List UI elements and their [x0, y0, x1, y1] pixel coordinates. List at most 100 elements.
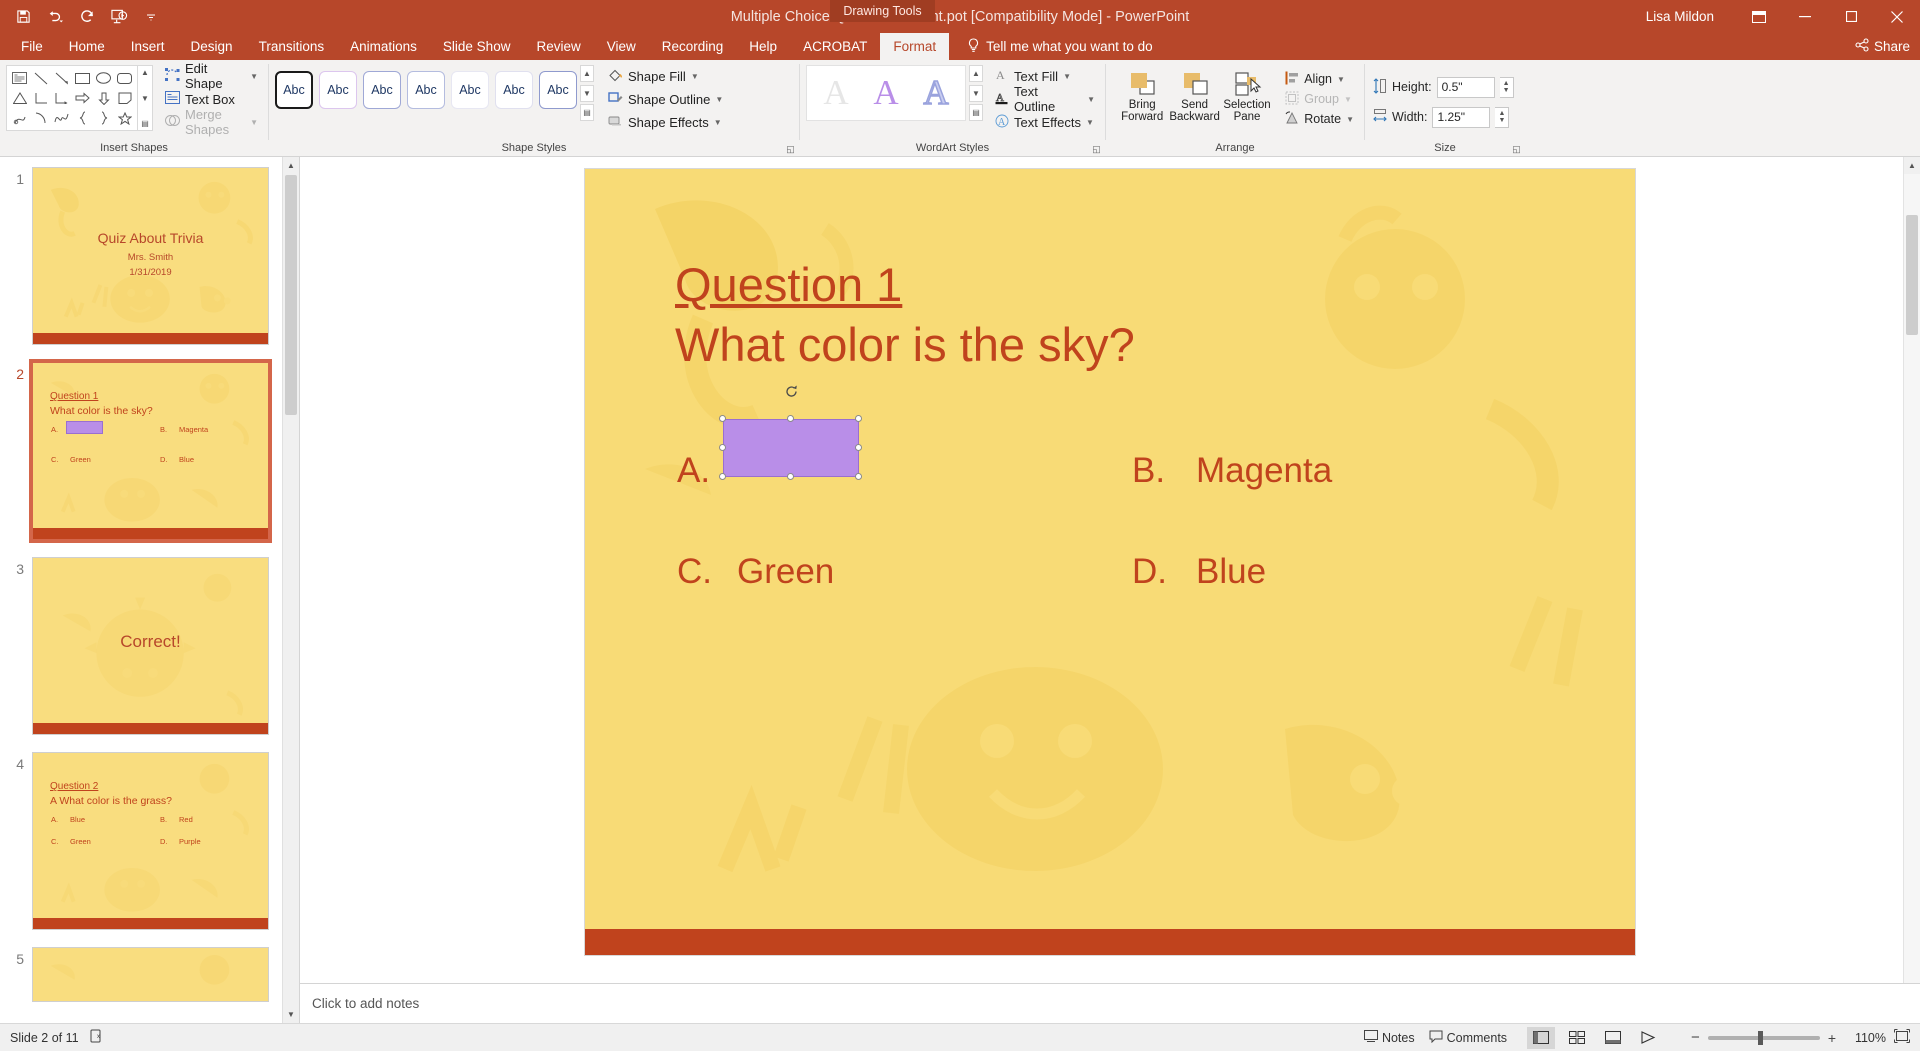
tab-animations[interactable]: Animations	[337, 33, 430, 60]
stepper-down-icon[interactable]: ▼	[1498, 117, 1505, 124]
shape-curve-icon[interactable]	[51, 108, 72, 128]
align-button[interactable]: Align ▼	[1281, 69, 1358, 89]
shape-style-4[interactable]: Abc	[407, 71, 445, 109]
slide-sorter-view-button[interactable]	[1563, 1027, 1591, 1049]
chevron-down-icon[interactable]: ▼	[715, 95, 723, 104]
selection-pane-button[interactable]: Selection Pane	[1221, 65, 1273, 123]
shape-line-icon[interactable]	[30, 68, 51, 88]
resize-handle-top-left[interactable]	[719, 415, 726, 422]
slide-show-view-button[interactable]	[1635, 1027, 1663, 1049]
scroll-up-icon[interactable]: ▲	[1904, 157, 1920, 174]
notes-pane[interactable]: Click to add notes	[300, 983, 1920, 1023]
thumbnail-item-2[interactable]: 2 Question 1 What color is the sky? A. B…	[0, 359, 299, 543]
chevron-down-icon[interactable]: ▼	[1063, 72, 1071, 81]
scrollbar-thumb[interactable]	[285, 175, 297, 415]
resize-handle-middle-left[interactable]	[719, 444, 726, 451]
width-stepper[interactable]: ▲ ▼	[1495, 106, 1510, 128]
shape-styles-more-icon[interactable]: ▤	[580, 104, 594, 121]
slide-option-letter-c[interactable]: C.	[677, 552, 712, 592]
scroll-down-icon[interactable]: ▼	[141, 94, 149, 103]
scroll-down-icon[interactable]: ▼	[969, 84, 983, 102]
shape-style-7[interactable]: Abc	[539, 71, 577, 109]
shape-down-arrow-icon[interactable]	[93, 88, 114, 108]
shape-text-box-icon[interactable]	[9, 68, 30, 88]
tab-review[interactable]: Review	[523, 33, 593, 60]
start-presentation-icon[interactable]	[104, 4, 134, 30]
reading-view-button[interactable]	[1599, 1027, 1627, 1049]
width-input[interactable]: 1.25"	[1432, 106, 1491, 128]
thumbnail-slide[interactable]: Correct!	[32, 557, 269, 735]
wordart-styles-dialog-launcher[interactable]: ◱	[1091, 144, 1102, 155]
send-backward-button[interactable]: Send Backward	[1168, 65, 1220, 123]
shape-arrow-icon[interactable]	[51, 68, 72, 88]
selected-shape[interactable]	[723, 419, 859, 477]
thumbnail-item-4[interactable]: 4 Question 2 A What color is the grass? …	[0, 752, 299, 930]
thumbnail-item-1[interactable]: 1 Quiz About Trivia Mrs. Smith 1/31/2019	[0, 167, 299, 345]
zoom-in-icon[interactable]: +	[1828, 1030, 1836, 1046]
wordart-style-3[interactable]: A	[913, 70, 959, 116]
shape-fill-button[interactable]: Shape Fill ▼	[604, 65, 727, 87]
current-slide[interactable]: Question 1 What color is the sky? A. B. …	[585, 169, 1635, 955]
normal-view-button[interactable]	[1527, 1026, 1556, 1049]
notes-button[interactable]: Notes	[1363, 1029, 1415, 1046]
size-dialog-launcher[interactable]: ◱	[1511, 144, 1522, 155]
chevron-down-icon[interactable]: ▼	[1337, 75, 1345, 84]
shape-style-5[interactable]: Abc	[451, 71, 489, 109]
ribbon-display-options-icon[interactable]	[1736, 0, 1782, 33]
tab-file[interactable]: File	[8, 33, 56, 60]
shape-effects-button[interactable]: Shape Effects ▼	[604, 111, 727, 133]
slide-option-letter-b[interactable]: B.	[1132, 451, 1165, 491]
shape-outline-button[interactable]: Shape Outline ▼	[604, 88, 727, 110]
tab-transitions[interactable]: Transitions	[246, 33, 338, 60]
shape-oval-icon[interactable]	[93, 68, 114, 88]
slide-area-scrollbar[interactable]: ▲	[1903, 157, 1920, 1023]
slide-question[interactable]: What color is the sky?	[675, 317, 1135, 372]
shape-styles-scrollbar[interactable]: ▲ ▼ ▤	[580, 65, 594, 121]
resize-handle-top-right[interactable]	[855, 415, 862, 422]
shape-right-arrow-icon[interactable]	[72, 88, 93, 108]
tab-acrobat[interactable]: ACROBAT	[790, 33, 880, 60]
tab-slide-show[interactable]: Slide Show	[430, 33, 524, 60]
scroll-up-icon[interactable]: ▲	[141, 68, 149, 77]
scroll-up-icon[interactable]: ▲	[580, 65, 594, 82]
slide-option-letter-d[interactable]: D.	[1132, 552, 1167, 592]
shape-elbow-arrow-connector-icon[interactable]	[51, 88, 72, 108]
rotation-handle[interactable]	[783, 383, 799, 399]
shape-triangle-icon[interactable]	[9, 88, 30, 108]
shape-styles-gallery[interactable]: Abc Abc Abc Abc Abc Abc Abc	[275, 65, 577, 109]
shape-elbow-connector-icon[interactable]	[30, 88, 51, 108]
wordart-style-1[interactable]: A	[813, 70, 859, 116]
wordart-style-2[interactable]: A	[863, 70, 909, 116]
stepper-up-icon[interactable]: ▲	[1503, 80, 1510, 87]
shapes-more-icon[interactable]: ▤	[141, 119, 149, 128]
fit-slide-to-window-icon[interactable]	[1894, 1029, 1910, 1046]
zoom-level[interactable]: 110%	[1844, 1031, 1886, 1045]
shape-arc-icon[interactable]	[30, 108, 51, 128]
chevron-down-icon[interactable]: ▼	[1087, 95, 1095, 104]
thumbnail-slide[interactable]: Question 1 What color is the sky? A. B. …	[29, 359, 272, 543]
wordart-styles-scrollbar[interactable]: ▲ ▼ ▤	[969, 65, 983, 121]
customize-quick-access-toolbar-icon[interactable]	[136, 4, 166, 30]
scroll-up-icon[interactable]: ▲	[969, 65, 983, 82]
thumbnail-slide[interactable]	[32, 947, 269, 1002]
tab-insert[interactable]: Insert	[118, 33, 178, 60]
chevron-down-icon[interactable]: ▼	[250, 72, 258, 81]
bring-forward-button[interactable]: Bring Forward	[1116, 65, 1168, 123]
undo-icon[interactable]	[40, 4, 70, 30]
wordart-styles-gallery[interactable]: A A A	[806, 65, 966, 121]
scroll-down-icon[interactable]: ▼	[580, 84, 594, 102]
save-icon[interactable]	[8, 4, 38, 30]
zoom-slider[interactable]	[1707, 1030, 1820, 1045]
scroll-up-icon[interactable]: ▲	[283, 157, 299, 174]
thumbnail-item-3[interactable]: 3 Correct!	[0, 557, 299, 735]
stepper-down-icon[interactable]: ▼	[1503, 87, 1510, 94]
chevron-down-icon[interactable]: ▼	[1086, 118, 1094, 127]
resize-handle-middle-right[interactable]	[855, 444, 862, 451]
shapes-gallery[interactable]	[6, 65, 138, 131]
shape-star-icon[interactable]	[114, 108, 135, 128]
tab-format[interactable]: Format	[880, 33, 950, 60]
slide-option-text-b[interactable]: Magenta	[1196, 451, 1332, 491]
wordart-styles-more-icon[interactable]: ▤	[969, 104, 983, 121]
slide-option-text-c[interactable]: Green	[737, 552, 834, 592]
height-input[interactable]: 0.5"	[1436, 76, 1495, 98]
